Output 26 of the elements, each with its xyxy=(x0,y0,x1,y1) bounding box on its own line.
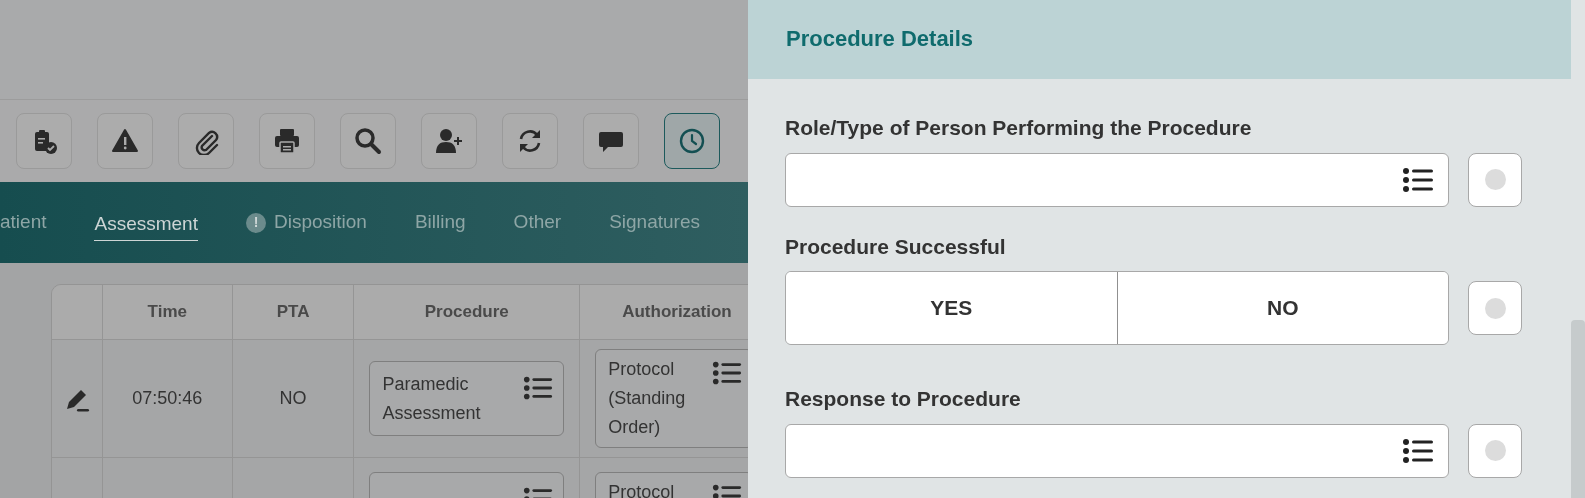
option-button[interactable]: YES xyxy=(786,272,1117,344)
panel-title: Procedure Details xyxy=(786,26,974,53)
nav-tab[interactable]: Assessment xyxy=(94,203,198,242)
field-label: Procedure Successful xyxy=(785,233,1007,260)
alert-icon: ! xyxy=(245,212,266,233)
nav-tab[interactable]: ! Disposition xyxy=(245,202,367,243)
table-cell: NO xyxy=(232,340,355,458)
option-button[interactable]: NO xyxy=(1116,272,1448,344)
column-header: PTA xyxy=(276,302,310,322)
nav-tab[interactable]: Signatures xyxy=(609,202,700,243)
nav-tab[interactable]: Other xyxy=(513,202,562,243)
table-cell: 07:50:46 xyxy=(102,340,233,458)
field-value: Paramedic Assessment xyxy=(382,372,482,425)
select-field[interactable]: Protocol xyxy=(595,472,748,498)
field-value: Protocol xyxy=(608,481,675,498)
field-label: Response to Procedure xyxy=(785,386,1022,412)
nav-tab[interactable]: atient xyxy=(0,202,47,243)
select-field[interactable]: Protocol (Standing Order) xyxy=(595,349,748,448)
column-header: Authorization xyxy=(622,302,732,322)
tab-label: Disposition xyxy=(273,210,367,235)
column-header: Procedure xyxy=(424,302,509,322)
field-value: Protocol (Standing Order) xyxy=(608,358,687,439)
select-field[interactable]: Paramedic Assessment xyxy=(369,360,565,437)
nav-tab[interactable]: Billing xyxy=(414,202,466,243)
field-label: Role/Type of Person Performing the Procedure xyxy=(785,115,1253,141)
column-header: Time xyxy=(147,302,187,322)
